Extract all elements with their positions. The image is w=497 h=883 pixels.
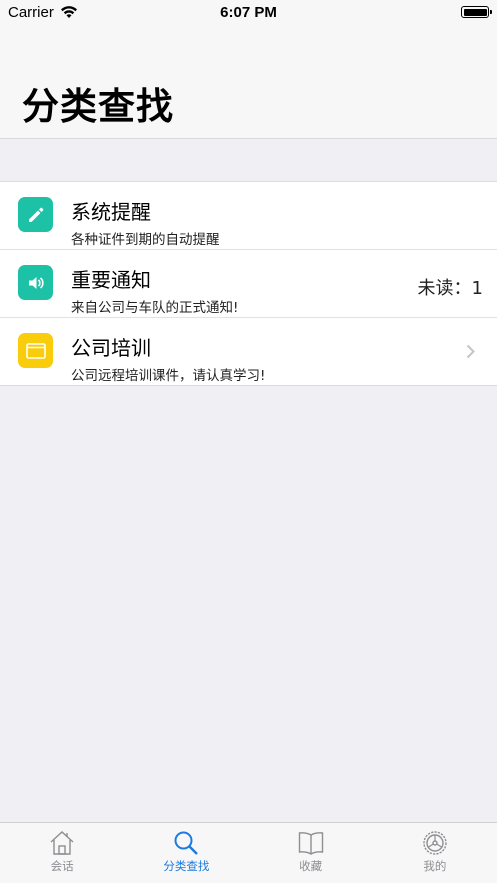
list-item-subtitle: 公司远程培训课件，请认真学习! xyxy=(71,368,266,384)
tab-label: 分类查找 xyxy=(163,859,210,873)
list-item-company-training[interactable]: 公司培训 公司远程培训课件，请认真学习! xyxy=(0,318,497,385)
status-time: 6:07 PM xyxy=(220,4,277,21)
page-title: 分类查找 xyxy=(22,85,174,128)
status-bar: Carrier 6:07 PM xyxy=(0,0,497,26)
list-item-important-notice[interactable]: 重要通知 来自公司与车队的正式通知! 未读：1 xyxy=(0,250,497,318)
book-icon xyxy=(249,829,373,857)
list-item-subtitle: 来自公司与车队的正式通知! xyxy=(71,300,239,316)
window-icon xyxy=(18,333,53,368)
tab-category-search[interactable]: 分类查找 xyxy=(124,823,248,883)
unread-count: 未读：1 xyxy=(417,278,483,299)
pencil-icon xyxy=(18,197,53,232)
search-icon xyxy=(124,829,248,857)
chevron-right-icon xyxy=(466,344,475,363)
tab-label: 我的 xyxy=(423,859,447,873)
tab-conversations[interactable]: 会话 xyxy=(0,823,124,883)
list-item-title: 重要通知 xyxy=(71,268,151,292)
gear-icon xyxy=(373,829,497,857)
speaker-icon xyxy=(18,265,53,300)
list-item-subtitle: 各种证件到期的自动提醒 xyxy=(71,232,220,248)
list-item-title: 系统提醒 xyxy=(71,200,151,224)
tab-label: 会话 xyxy=(50,859,74,873)
tab-mine[interactable]: 我的 xyxy=(373,823,497,883)
list-item-title: 公司培训 xyxy=(71,336,151,360)
battery-icon xyxy=(461,6,492,18)
home-icon xyxy=(0,829,124,857)
list-item-system-reminder[interactable]: 系统提醒 各种证件到期的自动提醒 xyxy=(0,182,497,250)
navigation-bar: 分类查找 xyxy=(0,26,497,139)
tab-label: 收藏 xyxy=(299,859,323,873)
tab-bar: 会话 分类查找 收藏 我的 xyxy=(0,822,497,883)
tab-favorites[interactable]: 收藏 xyxy=(249,823,373,883)
battery-fill xyxy=(463,8,487,16)
category-list: 系统提醒 各种证件到期的自动提醒 重要通知 来自公司与车队的正式通知! 未读：1… xyxy=(0,181,497,386)
